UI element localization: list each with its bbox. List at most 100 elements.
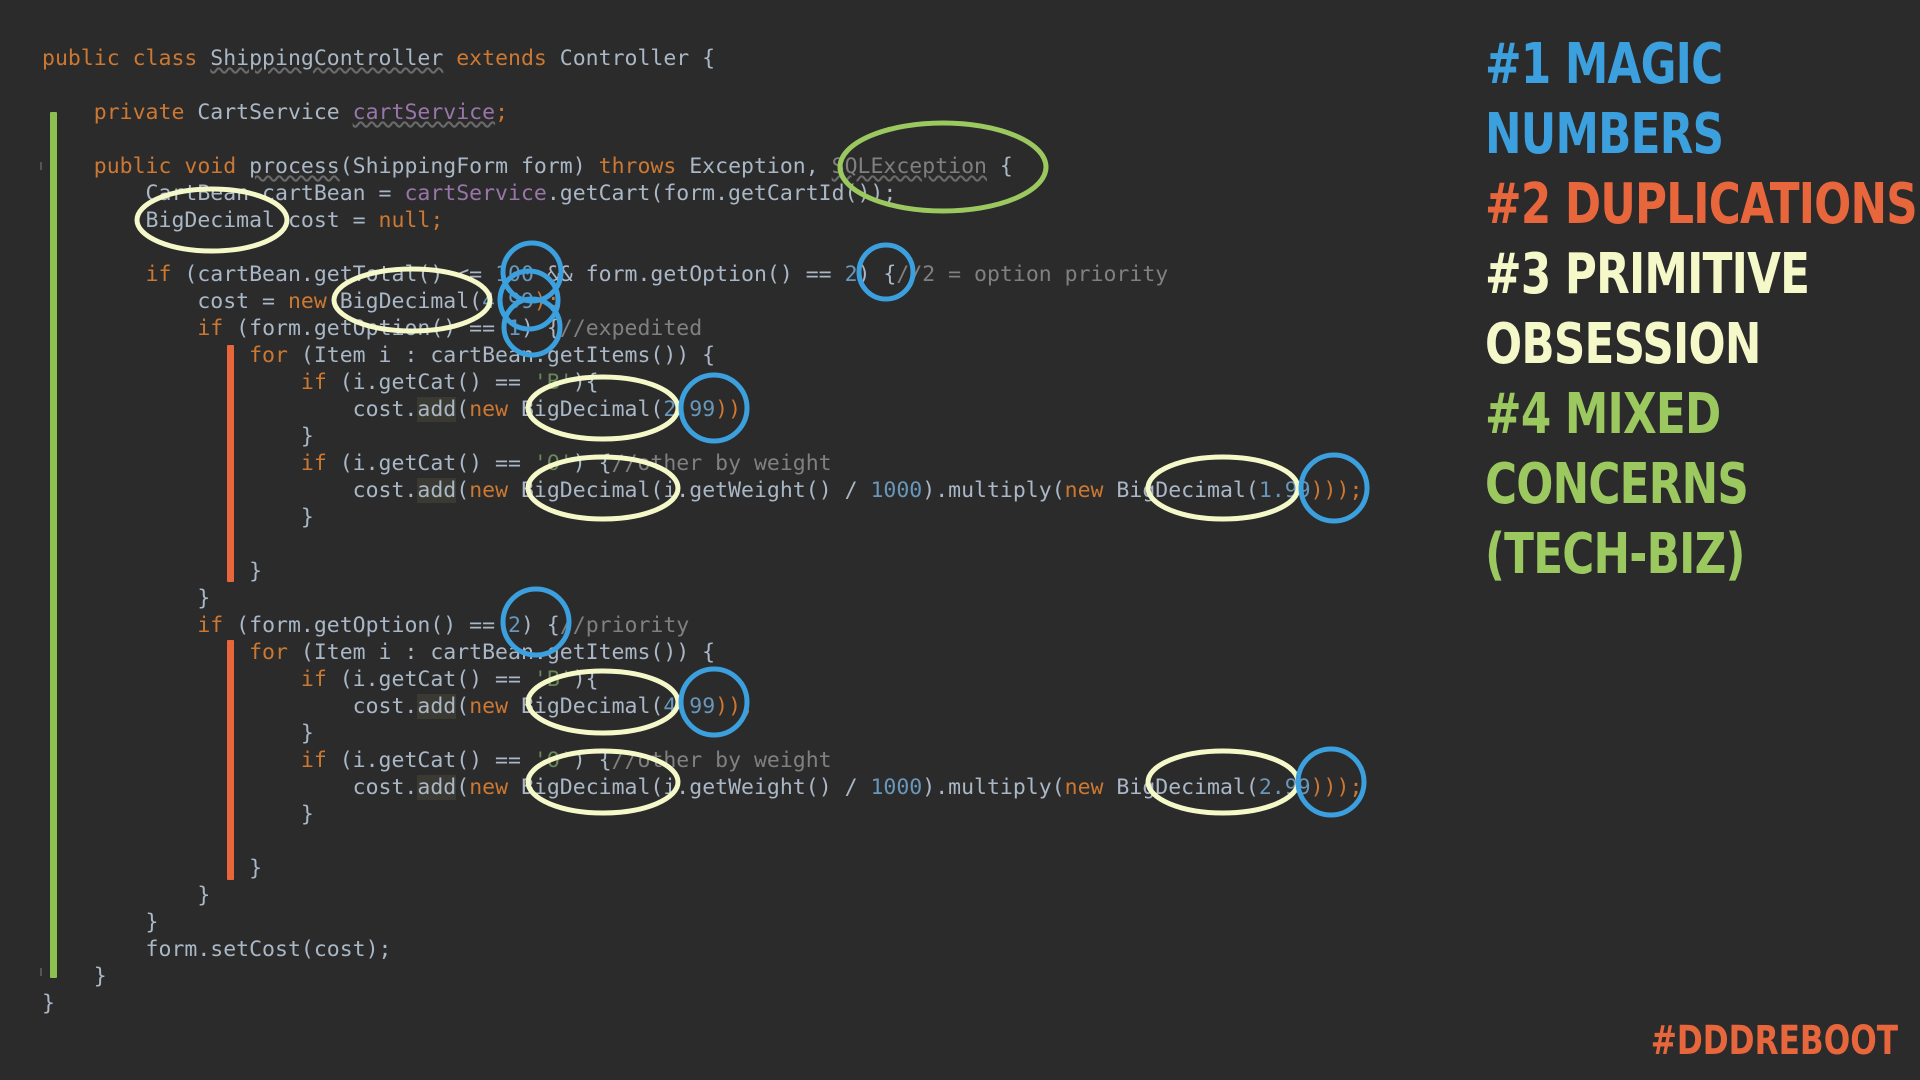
code-line: } xyxy=(42,801,314,828)
code-token: for xyxy=(249,640,288,665)
code-line: cost.add(new BigDecimal(2.99)); xyxy=(42,396,754,423)
code-token: ) { xyxy=(520,316,560,341)
code-token: } xyxy=(42,721,314,746)
code-token: cartService xyxy=(352,100,496,125)
code-token: add xyxy=(417,775,457,800)
code-token: //other by weight xyxy=(611,748,832,773)
code-token: if xyxy=(300,748,327,773)
code-token: public class xyxy=(42,46,211,71)
code-token: (i.getCat() == xyxy=(326,667,534,692)
code-line: } xyxy=(42,504,314,531)
code-token: .getCart(form.getCartId()); xyxy=(546,181,897,206)
code-line: if (i.getCat() == 'O') {//other by weigh… xyxy=(42,450,832,477)
code-token: new xyxy=(469,775,509,800)
code-token: ); xyxy=(533,289,560,314)
code-token: } xyxy=(42,424,314,449)
code-token: 'O' xyxy=(533,748,573,773)
code-token: if xyxy=(197,316,224,341)
smell-primitive-obsession-line1: #3 PRIMITIVE xyxy=(1485,242,1810,307)
code-line: } xyxy=(42,720,314,747)
code-token: ){ xyxy=(572,667,599,692)
hashtag-dddreboot: #DDDREBOOT xyxy=(1650,1018,1898,1064)
code-line: } xyxy=(42,423,314,450)
code-token: //2 = option priority xyxy=(896,262,1169,287)
smell-mixed-concerns-line1: #4 MIXED xyxy=(1485,382,1721,447)
code-token: ( xyxy=(456,694,470,719)
code-line: form.setCost(cost); xyxy=(42,936,392,963)
code-token: BigDecimal( xyxy=(1103,775,1259,800)
code-token: private xyxy=(93,100,185,125)
code-line: if (cartBean.getTotal() <= 100 && form.g… xyxy=(42,261,1169,288)
code-token: cost = xyxy=(42,289,288,314)
smell-magic-numbers-line2: NUMBERS xyxy=(1485,102,1724,167)
code-token: for xyxy=(249,343,288,368)
code-token: BigDecimal( xyxy=(1103,478,1259,503)
code-line: public void process(ShippingForm form) t… xyxy=(42,153,1013,180)
code-token: //expedited xyxy=(559,316,703,341)
code-token: public void xyxy=(93,154,250,179)
code-line: } xyxy=(42,909,159,936)
code-line: for (Item i : cartBean.getItems()) { xyxy=(42,342,715,369)
code-token: if xyxy=(197,613,224,638)
code-token: } xyxy=(42,505,314,530)
code-token: BigDecimal cost = xyxy=(42,208,379,233)
code-token: SQLException xyxy=(831,154,987,179)
code-token: CartBean cartBean = xyxy=(42,181,405,206)
code-token: } xyxy=(42,910,159,935)
code-line: cost.add(new BigDecimal(i.getWeight() / … xyxy=(42,774,1362,801)
code-line: cost = new BigDecimal(4.99); xyxy=(42,288,560,315)
code-token: new xyxy=(1064,478,1104,503)
code-token: BigDecimal( xyxy=(326,289,483,314)
code-token: } xyxy=(42,991,55,1016)
code-token: (form.getOption() == xyxy=(223,316,509,341)
code-line: if (form.getOption() == 1) {//expedited xyxy=(42,315,702,342)
code-token: BigDecimal(i.getWeight() / xyxy=(508,478,871,503)
code-token: 1000 xyxy=(870,478,923,503)
code-token: //priority xyxy=(559,613,690,638)
code-token: 'B' xyxy=(533,667,573,692)
code-token: (cartBean.getTotal() <= xyxy=(171,262,496,287)
code-token: 2 xyxy=(508,613,521,638)
code-token: )); xyxy=(715,397,754,422)
smell-magic-numbers-line1: #1 MAGIC xyxy=(1485,32,1723,97)
code-token: && form.getOption() == xyxy=(533,262,845,287)
code-token: )); xyxy=(715,694,754,719)
code-token: ; xyxy=(495,100,509,125)
code-token: (form.getOption() == xyxy=(223,613,509,638)
code-token: (ShippingForm form) xyxy=(339,154,599,179)
code-token: (Item i : cartBean.getItems()) { xyxy=(287,640,716,665)
code-token: add xyxy=(417,694,457,719)
code-token: if xyxy=(300,451,327,476)
code-token: (Item i : cartBean.getItems()) { xyxy=(287,343,716,368)
code-token: null xyxy=(378,208,431,233)
smell-primitive-obsession-line2: OBSESSION xyxy=(1485,312,1761,377)
for-loop-guide-expedited xyxy=(227,345,234,582)
code-token: if xyxy=(145,262,172,287)
code-token: ) { xyxy=(572,451,612,476)
code-line: if (i.getCat() == 'B'){ xyxy=(42,369,599,396)
code-token: Controller { xyxy=(546,46,716,71)
code-line: } xyxy=(42,990,55,1017)
code-token: cartService xyxy=(404,181,547,206)
code-line: } xyxy=(42,585,210,612)
code-token: 1000 xyxy=(870,775,923,800)
code-token: if xyxy=(300,370,327,395)
smell-duplications: #2 DUPLICATIONS xyxy=(1485,172,1918,237)
code-line: if (i.getCat() == 'O') {//other by weigh… xyxy=(42,747,832,774)
code-token: new xyxy=(287,289,327,314)
code-smells-list: #1 MAGIC NUMBERS #2 DUPLICATIONS #3 PRIM… xyxy=(1485,30,1918,590)
code-token: add xyxy=(417,478,457,503)
code-token: 1.99 xyxy=(1258,478,1311,503)
code-line: for (Item i : cartBean.getItems()) { xyxy=(42,639,715,666)
code-token: } xyxy=(42,586,211,611)
code-line: private CartService cartService; xyxy=(42,99,508,126)
code-token: new xyxy=(1064,775,1104,800)
code-token: 100 xyxy=(495,262,534,287)
smell-mixed-concerns-line3: (TECH-BIZ) xyxy=(1485,522,1746,587)
